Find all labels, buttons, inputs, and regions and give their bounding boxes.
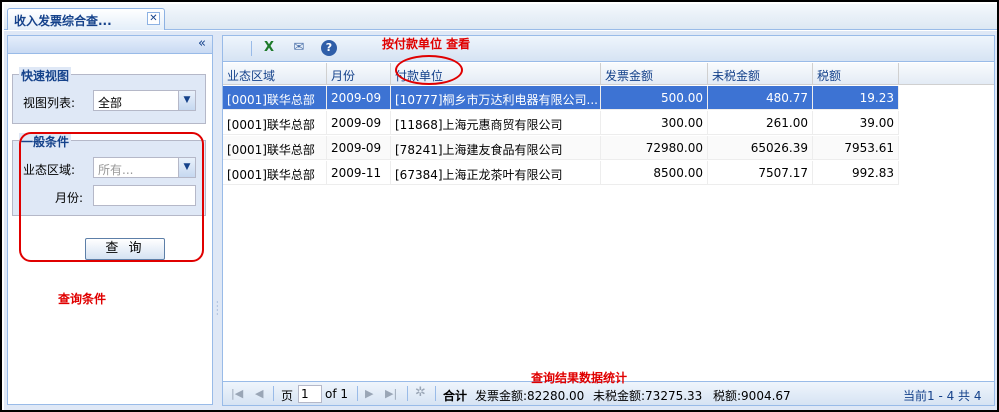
cell-pretax-amount: 65026.39 xyxy=(708,136,813,160)
page-number-value: 1 xyxy=(301,387,309,401)
app-frame: 收入发票综合查... ✕ « 快速视图 视图列表: 全部 ▼ 一般条件 业态区域… xyxy=(0,0,999,412)
table-row[interactable]: [0001]联华总部 2009-09 [11868]上海元惠商贸有限公司 300… xyxy=(223,111,899,135)
column-header-invoice-amount[interactable]: 发票金额 xyxy=(601,63,708,85)
email-icon[interactable]: ✉ xyxy=(291,40,307,56)
cell-month: 2009-09 xyxy=(327,136,391,160)
results-panel: X ✉ ? 业态区域 月份 付款单位 发票金额 未税金额 税额 [0001]联华… xyxy=(222,35,995,406)
cell-month: 2009-11 xyxy=(327,161,391,185)
view-list-value: 全部 xyxy=(98,96,123,110)
cell-invoice-amount: 8500.00 xyxy=(601,161,708,185)
excel-export-icon[interactable]: X xyxy=(261,40,277,56)
cell-tax: 19.23 xyxy=(813,86,899,110)
pretax-total: 未税金额:73275.33 xyxy=(593,389,703,403)
close-icon[interactable]: ✕ xyxy=(147,12,160,25)
query-conditions-highlight xyxy=(19,132,204,262)
display-range: 当前1 - 4 共 4 xyxy=(903,389,982,403)
table-row[interactable]: [0001]联华总部 2009-11 [67384]上海正龙茶叶有限公司 850… xyxy=(223,161,899,185)
column-header-month[interactable]: 月份 xyxy=(327,63,391,85)
table-row[interactable]: [0001]联华总部 2009-09 [78241]上海建友食品有限公司 729… xyxy=(223,136,899,160)
next-page-icon[interactable]: ▶ xyxy=(365,387,373,400)
invoice-total: 发票金额:82280.00 xyxy=(475,389,585,403)
cell-invoice-amount: 72980.00 xyxy=(601,136,708,160)
table-row[interactable]: [0001]联华总部 2009-09 [10777]桐乡市万达利电器有限公司..… xyxy=(223,86,899,110)
collapse-icon[interactable]: « xyxy=(198,36,206,51)
cell-tax: 7953.61 xyxy=(813,136,899,160)
query-conditions-note: 查询条件 xyxy=(58,292,107,306)
total-label: 合计 xyxy=(443,389,468,403)
cell-invoice-amount: 300.00 xyxy=(601,111,708,135)
column-header-pretax-amount[interactable]: 未税金额 xyxy=(708,63,813,85)
page-label: 页 xyxy=(281,389,294,403)
cell-month: 2009-09 xyxy=(327,86,391,110)
cell-month: 2009-09 xyxy=(327,111,391,135)
splitter-handle[interactable]: · · · · xyxy=(216,299,219,319)
cell-payer: [11868]上海元惠商贸有限公司 xyxy=(391,111,601,135)
grid-toolbar: X ✉ ? xyxy=(223,36,994,62)
cell-payer: [67384]上海正龙茶叶有限公司 xyxy=(391,161,601,185)
tab-title: 收入发票综合查... xyxy=(14,14,112,28)
view-list-label: 视图列表: xyxy=(23,96,76,110)
view-list-select[interactable]: 全部 ▼ xyxy=(93,90,196,111)
toolbar-separator xyxy=(251,41,252,56)
tax-total: 税额:9004.67 xyxy=(713,389,791,403)
quick-view-fieldset: 快速视图 视图列表: 全部 ▼ xyxy=(12,67,206,124)
workspace: « 快速视图 视图列表: 全部 ▼ 一般条件 业态区域: 所有... ▼ 月份: xyxy=(4,31,997,410)
column-header-region[interactable]: 业态区域 xyxy=(223,63,327,85)
quick-view-legend: 快速视图 xyxy=(19,67,72,84)
panel-header: « xyxy=(8,36,212,54)
cell-payer: [78241]上海建友食品有限公司 xyxy=(391,136,601,160)
tab-strip: 收入发票综合查... ✕ xyxy=(4,4,997,30)
cell-payer: [10777]桐乡市万达利电器有限公司... xyxy=(391,86,601,110)
cell-tax: 39.00 xyxy=(813,111,899,135)
cell-region: [0001]联华总部 xyxy=(223,161,327,185)
cell-pretax-amount: 7507.17 xyxy=(708,161,813,185)
cell-region: [0001]联华总部 xyxy=(223,86,327,110)
help-icon[interactable]: ? xyxy=(321,40,337,56)
pager-separator xyxy=(273,386,274,401)
cell-pretax-amount: 261.00 xyxy=(708,111,813,135)
page-count-label: of 1 xyxy=(325,387,349,401)
cell-tax: 992.83 xyxy=(813,161,899,185)
cell-region: [0001]联华总部 xyxy=(223,111,327,135)
cell-pretax-amount: 480.77 xyxy=(708,86,813,110)
chevron-down-icon[interactable]: ▼ xyxy=(178,91,195,110)
prev-page-icon[interactable]: ◀ xyxy=(255,387,263,400)
pager-separator xyxy=(435,386,436,401)
refresh-icon[interactable]: ✲ xyxy=(415,385,426,400)
page-number-input[interactable]: 1 xyxy=(298,385,322,403)
last-page-icon[interactable]: ▶| xyxy=(385,387,397,400)
pager-separator xyxy=(407,386,408,401)
first-page-icon[interactable]: |◀ xyxy=(231,387,243,400)
grid-header: 业态区域 月份 付款单位 发票金额 未税金额 税额 xyxy=(223,63,994,85)
column-header-tax[interactable]: 税额 xyxy=(813,63,899,85)
cell-invoice-amount: 500.00 xyxy=(601,86,708,110)
pager-separator xyxy=(357,386,358,401)
summary-note: 查询结果数据统计 xyxy=(531,371,628,385)
payer-column-highlight xyxy=(395,55,463,85)
cell-region: [0001]联华总部 xyxy=(223,136,327,160)
by-payer-note: 按付款单位 查看 xyxy=(382,37,471,51)
tab-income-invoice-query[interactable]: 收入发票综合查... ✕ xyxy=(7,8,165,30)
